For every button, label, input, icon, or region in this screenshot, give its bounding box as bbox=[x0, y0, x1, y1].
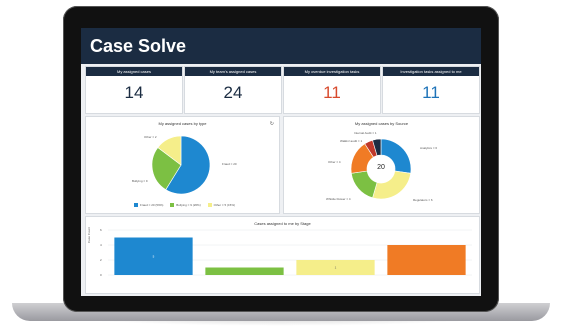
kpi-value: 11 bbox=[422, 83, 440, 102]
slice-label-other: Other = 2 bbox=[144, 135, 157, 139]
bar-chart-by-stage: 51 bbox=[108, 229, 472, 276]
slice-label-bullying: Bullying = 9 bbox=[132, 179, 148, 183]
pie-chart-by-type bbox=[151, 135, 211, 195]
kpi-my-assigned-cases[interactable]: My assigned cases 14 bbox=[85, 66, 183, 114]
panel-cases-by-stage: Cases assigned to me by Stage Case Count… bbox=[85, 216, 480, 294]
slice-label-other: Other = 4 bbox=[328, 160, 341, 164]
app-title: Case Solve bbox=[90, 36, 187, 56]
slice-regulators[interactable] bbox=[372, 170, 412, 200]
panel-cases-by-type: My assigned cases by type ↻ Other = 2 Fr… bbox=[85, 116, 280, 214]
slice-label-walk-in: Walkin/ audit = 1 bbox=[340, 139, 363, 143]
kpi-label: My team's assigned cases bbox=[185, 67, 281, 76]
kpi-team-assigned-cases[interactable]: My team's assigned cases 24 bbox=[184, 66, 282, 114]
kpi-tasks-assigned[interactable]: Investigation tasks assigned to me 11 bbox=[382, 66, 480, 114]
slice-label-regulators: Regulators = 6 bbox=[413, 198, 433, 202]
donut-center-total: 20 bbox=[377, 164, 385, 171]
legend-item[interactable]: Fraud = 20 (59%) bbox=[134, 203, 163, 208]
bar[interactable] bbox=[205, 267, 284, 276]
panel-cases-by-source: My assigned cases by Source 20 Internal … bbox=[283, 116, 480, 214]
kpi-value: 24 bbox=[223, 83, 243, 102]
app-screen: Case Solve My assigned cases 14 My team'… bbox=[81, 28, 481, 296]
slice-label-internal-audit: Internal Audit = 1 bbox=[354, 131, 377, 135]
slice-label-whistle: Whistle blower = 4 bbox=[326, 197, 351, 201]
bar[interactable] bbox=[387, 245, 466, 275]
kpi-value: 14 bbox=[124, 83, 144, 102]
kpi-label: My assigned cases bbox=[86, 67, 182, 76]
slice-label-fraud: Fraud = 20 bbox=[222, 162, 237, 166]
app-header: Case Solve bbox=[81, 28, 481, 64]
kpi-overdue-tasks[interactable]: My overdue investigation tasks 11 bbox=[283, 66, 381, 114]
kpi-label: Investigation tasks assigned to me bbox=[383, 67, 479, 76]
slice-label-analytics: Analytics = 6 bbox=[420, 146, 438, 150]
slice-whistle-blower[interactable] bbox=[350, 170, 378, 199]
kpi-label: My overdue investigation tasks bbox=[284, 67, 380, 76]
kpi-value: 11 bbox=[323, 83, 341, 102]
legend-item[interactable]: Bullying = 9 (26%) bbox=[170, 203, 201, 208]
legend-item[interactable]: Other = 5 (15%) bbox=[207, 203, 235, 208]
legend: Fraud = 20 (59%) Bullying = 9 (26%) Othe… bbox=[134, 203, 241, 208]
